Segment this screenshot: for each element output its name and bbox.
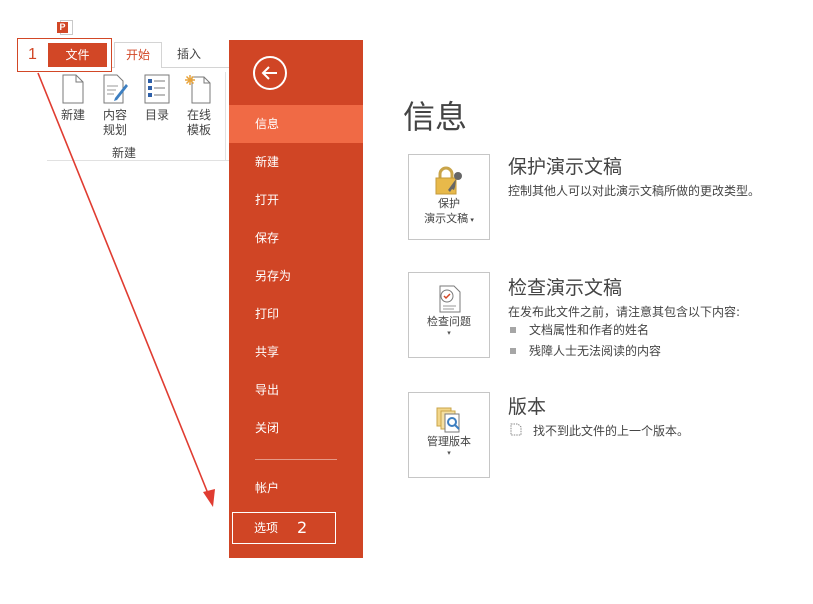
new-button-label: 新建 <box>60 108 85 122</box>
protect-title: 保护演示文稿 <box>508 156 623 178</box>
nav-item-info[interactable]: 信息 <box>229 105 363 143</box>
nav-item-export[interactable]: 导出 <box>229 371 363 409</box>
check-issues-label: 检查问题 <box>427 315 471 328</box>
bullet-icon <box>510 327 516 333</box>
inspect-title: 检查演示文稿 <box>508 277 623 299</box>
protect-button-label-1: 保护 <box>438 197 460 210</box>
nav-item-share[interactable]: 共享 <box>229 333 363 371</box>
manage-versions-label: 管理版本 <box>427 435 471 448</box>
tab-insert[interactable]: 插入 <box>166 42 212 68</box>
back-button[interactable] <box>253 56 287 90</box>
online-template-label: 在线 模板 <box>186 108 211 137</box>
version-title: 版本 <box>508 396 547 418</box>
online-template-icon <box>185 75 211 104</box>
nav-item-options[interactable]: 选项 2 <box>232 512 336 544</box>
manage-versions-button[interactable]: 管理版本 ▾ <box>408 392 490 478</box>
content-plan-icon <box>103 74 128 104</box>
group-label-new: 新建 <box>112 146 137 160</box>
protect-presentation-button[interactable]: 保护 演示文稿 ▾ <box>408 154 490 240</box>
chevron-down-icon: ▾ <box>447 329 451 337</box>
tab-file[interactable]: 文件 <box>48 43 107 67</box>
version-desc: 找不到此文件的上一个版本。 <box>533 424 690 438</box>
online-template-button[interactable]: 在线 模板 <box>179 74 219 138</box>
document-outline-icon <box>510 423 522 436</box>
nav-item-options-label: 选项 <box>254 521 279 535</box>
nav-item-save[interactable]: 保存 <box>229 219 363 257</box>
table-of-contents-button[interactable]: 目录 <box>137 74 177 123</box>
chevron-down-icon: ▾ <box>447 449 451 457</box>
lock-key-icon <box>435 166 462 195</box>
nav-item-print[interactable]: 打印 <box>229 295 363 333</box>
page-title: 信息 <box>403 98 468 136</box>
content-plan-label: 内容 规划 <box>102 108 127 137</box>
step-2-marker: 2 <box>297 518 308 537</box>
content-plan-button[interactable]: 内容 规划 <box>95 74 135 138</box>
nav-item-save-as[interactable]: 另存为 <box>229 257 363 295</box>
nav-divider <box>255 459 337 460</box>
table-of-contents-icon <box>144 74 170 104</box>
nav-item-close[interactable]: 关闭 <box>229 409 363 447</box>
new-button[interactable]: 新建 <box>53 74 93 123</box>
bullet-icon <box>510 348 516 354</box>
protect-button-label-2: 演示文稿 ▾ <box>424 212 474 225</box>
manage-versions-icon <box>436 407 460 433</box>
group-divider <box>47 160 230 161</box>
nav-item-open[interactable]: 打开 <box>229 181 363 219</box>
nav-item-account[interactable]: 帐户 <box>229 469 363 507</box>
group-separator <box>225 72 226 160</box>
step-1-marker: 1 <box>28 46 37 63</box>
table-of-contents-label: 目录 <box>144 108 169 122</box>
back-arrow-icon <box>261 66 277 80</box>
inspect-bullet: 文档属性和作者的姓名 <box>510 321 649 338</box>
powerpoint-icon: P <box>57 19 74 36</box>
backstage-nav: 信息 新建 打开 保存 另存为 打印 共享 导出 关闭 帐户 选项 2 <box>229 40 363 558</box>
new-document-icon <box>62 74 84 104</box>
file-tab-highlight: 1 文件 <box>17 38 112 72</box>
nav-item-new[interactable]: 新建 <box>229 143 363 181</box>
inspect-desc: 在发布此文件之前，请注意其包含以下内容: <box>508 305 741 319</box>
protect-desc: 控制其他人可以对此演示文稿所做的更改类型。 <box>508 184 761 198</box>
inspect-document-icon <box>439 285 461 313</box>
check-issues-button[interactable]: 检查问题 ▾ <box>408 272 490 358</box>
tab-home[interactable]: 开始 <box>114 42 162 68</box>
inspect-bullet: 残障人士无法阅读的内容 <box>510 342 661 359</box>
